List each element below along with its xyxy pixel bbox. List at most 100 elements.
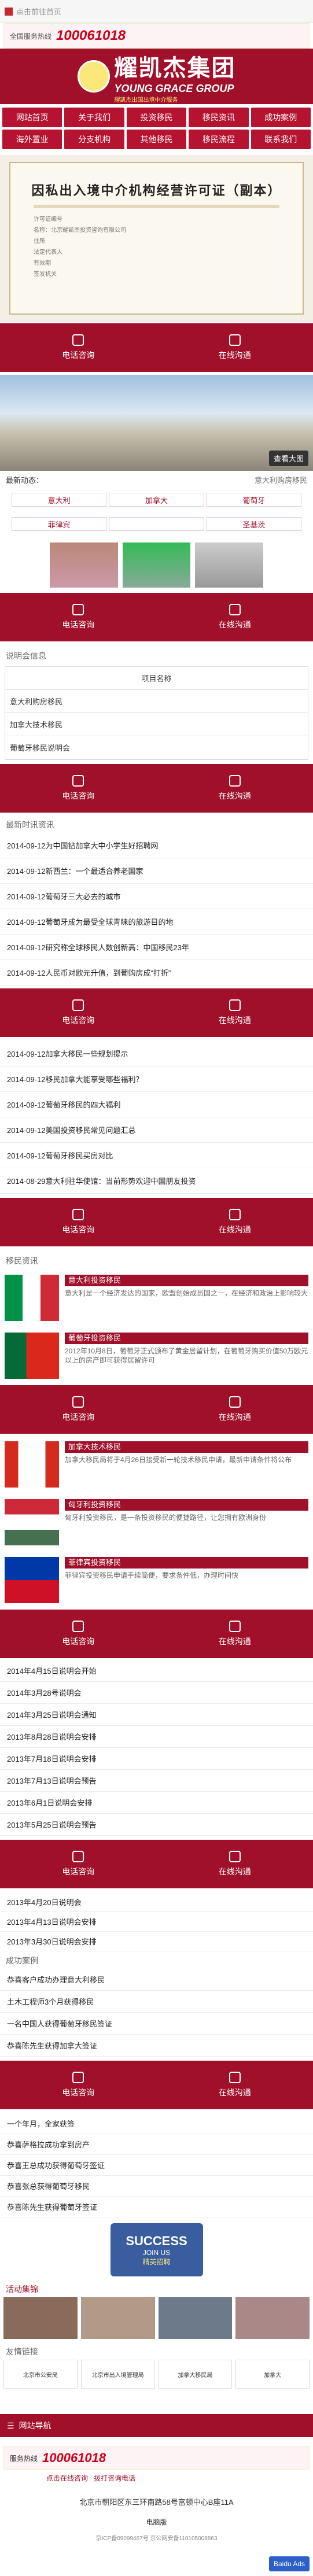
country-item[interactable]: 匈牙利投资移民 匈牙利投资移民，是一条投资移民的便捷路径，让您拥有欧洲身份	[0, 1494, 313, 1550]
phone-consult-button[interactable]: 电话咨询	[0, 764, 157, 813]
nav-item[interactable]: 分支机构	[64, 130, 124, 149]
tour-image[interactable]: 查看大图	[0, 375, 313, 471]
country-item[interactable]: 菲律宾投资移民 菲律宾投资移民申请手续简便，要求条件低，办理时间快	[0, 1552, 313, 1608]
phone-consult-button[interactable]: 电话咨询	[0, 2061, 157, 2109]
country-tag[interactable]: 意大利	[12, 493, 107, 507]
list-item[interactable]: 2014-09-12加拿大移民一些规划提示	[0, 1041, 313, 1066]
list-item[interactable]: 一个年月，全家获签	[0, 2113, 313, 2134]
thumb-image[interactable]	[50, 542, 118, 588]
list-item[interactable]: 2014-09-12美国投资移民常见问题汇总	[0, 1117, 313, 1143]
gallery-image[interactable]	[158, 2297, 233, 2339]
online-chat-button[interactable]: 在线沟通	[157, 988, 313, 1037]
list-item[interactable]: 2014-09-12葡萄牙三大必去的城市	[0, 884, 313, 909]
phone-consult-button[interactable]: 电话咨询	[0, 323, 157, 372]
list-item[interactable]: 2014-09-12葡萄牙移民的四大福利	[0, 1092, 313, 1117]
list-item[interactable]: 恭喜陈先生获得葡萄牙签证	[0, 2197, 313, 2217]
online-chat-button[interactable]: 在线沟通	[157, 323, 313, 372]
nav-item[interactable]: 关于我们	[64, 108, 124, 127]
online-chat-button[interactable]: 在线沟通	[157, 2061, 313, 2109]
list-item[interactable]: 2014-09-12新西兰：一个最适合养老国家	[0, 858, 313, 884]
gallery-image[interactable]	[3, 2297, 78, 2339]
footer-nav[interactable]: ☰ 网站导航	[0, 2414, 313, 2437]
list-item[interactable]: 2013年6月1日说明会安排	[0, 1792, 313, 1814]
list-item[interactable]: 2014-09-12为中国钻加拿大中小学生好招聘网	[0, 833, 313, 858]
hotline-number[interactable]: 100061018	[56, 28, 126, 44]
partner-logo[interactable]: 北京市公安局	[3, 2360, 78, 2389]
site-logo[interactable]: 耀凯杰集团 YOUNG GRACE GROUP 耀凯杰出国出境中介服务	[0, 49, 313, 104]
view-large-button[interactable]: 查看大图	[268, 451, 308, 466]
country-tag[interactable]: 圣基茨	[206, 517, 301, 531]
baidu-ads-button[interactable]: Baidu Ads	[269, 2556, 310, 2571]
country-tag[interactable]: 葡萄牙	[206, 493, 301, 507]
list-item[interactable]: 2014-09-12人民币对欧元升值，到葡购房成“打折”	[0, 960, 313, 986]
partner-logo[interactable]: 加拿大移民局	[158, 2360, 233, 2389]
phone-consult-button[interactable]: 电话咨询	[0, 1198, 157, 1246]
join-us-banner[interactable]: SUCCESS JOIN US 精英招聘	[0, 2221, 313, 2279]
table-row[interactable]: 葡萄牙移民说明会	[5, 736, 308, 759]
list-item[interactable]: 2014年3月25日说明会通知	[0, 1704, 313, 1726]
list-item[interactable]: 2013年5月25日说明会预告	[0, 1814, 313, 1836]
latest-link[interactable]: 意大利购房移民	[255, 474, 307, 485]
table-row[interactable]: 意大利购房移民	[5, 690, 308, 713]
desktop-version-link[interactable]: 电脑版	[0, 2517, 313, 2527]
online-chat-button[interactable]: 在线沟通	[157, 764, 313, 813]
list-item[interactable]: 2013年7月18日说明会安排	[0, 1748, 313, 1770]
online-chat-button[interactable]: 在线沟通	[157, 1385, 313, 1434]
list-item[interactable]: 2014-09-12葡萄牙成为最受全球青睐的旅游目的地	[0, 909, 313, 935]
footer-call-link[interactable]: 拨打咨询电话	[94, 2473, 135, 2483]
hotline-banner[interactable]: 全国服务热线 100061018	[3, 23, 310, 49]
partner-logo[interactable]: 北京市出入境管理局	[80, 2360, 155, 2389]
list-item[interactable]: 2013年7月13日说明会预告	[0, 1770, 313, 1792]
list-item[interactable]: 2013年8月28日说明会安排	[0, 1726, 313, 1748]
nav-item[interactable]: 其他移民	[126, 130, 187, 149]
nav-item[interactable]: 海外置业	[2, 130, 62, 149]
gallery-image[interactable]	[80, 2297, 155, 2339]
footer-online-link[interactable]: 点击在线咨询	[46, 2473, 88, 2483]
nav-item[interactable]: 移民流程	[189, 130, 249, 149]
list-item[interactable]: 2014-09-12移民加拿大能享受哪些福利？	[0, 1066, 313, 1092]
phone-consult-button[interactable]: 电话咨询	[0, 988, 157, 1037]
nav-item[interactable]: 网站首页	[2, 108, 62, 127]
country-tag[interactable]	[109, 517, 204, 531]
country-tag[interactable]: 菲律宾	[12, 517, 107, 531]
phone-consult-button[interactable]: 电话咨询	[0, 593, 157, 641]
online-chat-button[interactable]: 在线沟通	[157, 1198, 313, 1246]
list-item[interactable]: 土木工程师3个月获得移民	[0, 1991, 313, 2013]
list-item[interactable]: 恭喜客户成功办理意大利移民	[0, 1969, 313, 1991]
thumb-image[interactable]	[195, 542, 264, 588]
phone-consult-button[interactable]: 电话咨询	[0, 1385, 157, 1434]
online-chat-button[interactable]: 在线沟通	[157, 593, 313, 641]
list-item[interactable]: 恭喜王总成功获得葡萄牙签证	[0, 2155, 313, 2176]
list-item[interactable]: 2013年4月20日说明会	[0, 1892, 313, 1912]
thumb-image[interactable]	[122, 542, 191, 588]
phone-consult-button[interactable]: 电话咨询	[0, 1610, 157, 1658]
list-item[interactable]: 2013年3月30日说明会安排	[0, 1932, 313, 1951]
gallery-image[interactable]	[235, 2297, 310, 2339]
nav-item[interactable]: 联系我们	[251, 130, 311, 149]
country-tag[interactable]: 加拿大	[109, 493, 204, 507]
list-item[interactable]: 恭喜张总获得葡萄牙移民	[0, 2176, 313, 2197]
country-item[interactable]: 加拿大技术移民 加拿大移民局将于4月26日接受新一轮技术移民申请，最新申请条件将公…	[0, 1437, 313, 1492]
list-item[interactable]: 2014年3月28号说明会	[0, 1682, 313, 1704]
nav-item[interactable]: 成功案例	[251, 108, 311, 127]
list-item[interactable]: 2014-08-29意大利驻华使馆：当前形势欢迎中国朋友投资	[0, 1168, 313, 1194]
online-chat-button[interactable]: 在线沟通	[157, 1610, 313, 1658]
nav-item[interactable]: 移民资讯	[189, 108, 249, 127]
footer-hotline[interactable]: 服务热线 100061018	[3, 2446, 310, 2470]
country-item[interactable]: 葡萄牙投资移民 2012年10月8日，葡萄牙正式颁布了黄金居留计划，在葡萄牙购买价…	[0, 1328, 313, 1383]
licence-banner[interactable]: 因私出入境中介机构经营许可证（副本） 许可证编号 名称：北京耀凯杰投资咨询有限公…	[0, 155, 313, 322]
list-item[interactable]: 2013年4月13日说明会安排	[0, 1912, 313, 1932]
list-item[interactable]: 2014-09-12研究称全球移民人数创新高：中国移民23年	[0, 935, 313, 960]
partner-logo[interactable]: 加拿大	[235, 2360, 310, 2389]
list-item[interactable]: 2014-09-12葡萄牙移民买房对比	[0, 1143, 313, 1168]
home-link[interactable]: 点击前往首页	[16, 6, 61, 17]
list-item[interactable]: 恭喜陈先生获得加拿大签证	[0, 2035, 313, 2057]
list-item[interactable]: 2014年4月15日说明会开始	[0, 1660, 313, 1682]
footer-hotline-number[interactable]: 100061018	[42, 2450, 106, 2466]
list-item[interactable]: 一名中国人获得葡萄牙移民签证	[0, 2013, 313, 2035]
nav-item[interactable]: 投资移民	[126, 108, 187, 127]
table-row[interactable]: 加拿大技术移民	[5, 713, 308, 736]
online-chat-button[interactable]: 在线沟通	[157, 1840, 313, 1888]
country-item[interactable]: 意大利投资移民 意大利是一个经济发达的国家，欧盟创始成员国之一，在经济和政治上影响…	[0, 1270, 313, 1326]
list-item[interactable]: 恭喜萨格拉成功拿到房产	[0, 2134, 313, 2155]
